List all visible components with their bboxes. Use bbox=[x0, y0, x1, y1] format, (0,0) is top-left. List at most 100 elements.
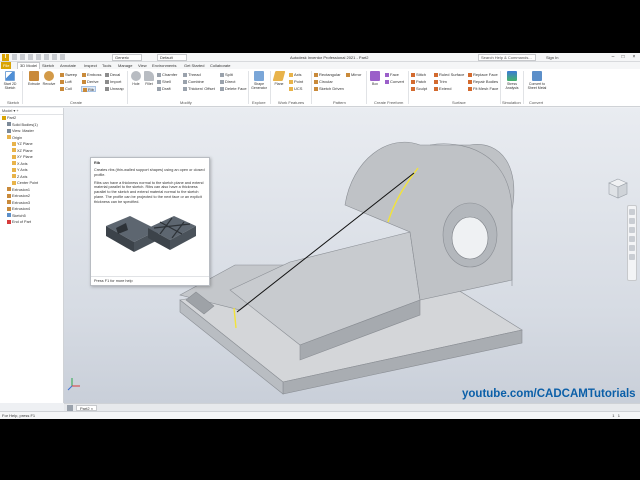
stitch-button[interactable]: Stitch bbox=[411, 72, 426, 78]
direct-icon bbox=[220, 79, 224, 84]
browser-node-icon bbox=[12, 167, 16, 172]
hole-button[interactable]: Hole bbox=[129, 71, 143, 86]
patch-button[interactable]: Patch bbox=[411, 79, 426, 85]
tooltip-footer: Press F1 for more help bbox=[91, 276, 209, 285]
tab-inspect[interactable]: Inspect bbox=[82, 62, 99, 69]
coil-button[interactable]: Coil bbox=[60, 86, 72, 92]
material-dropdown[interactable]: Default bbox=[157, 54, 187, 61]
tab-get-started[interactable]: Get Started bbox=[182, 62, 206, 69]
tab-environments[interactable]: Environments bbox=[150, 62, 178, 69]
tab-manage[interactable]: Manage bbox=[116, 62, 134, 69]
sign-in-link[interactable]: Sign In bbox=[546, 55, 558, 60]
tab-annotate[interactable]: Annotate bbox=[58, 62, 78, 69]
shell-icon bbox=[157, 79, 161, 84]
trim-button[interactable]: Trim bbox=[434, 79, 447, 85]
tab-collaborate[interactable]: Collaborate bbox=[208, 62, 232, 69]
tab-tools[interactable]: Tools bbox=[100, 62, 113, 69]
sculpt-button[interactable]: Sculpt bbox=[411, 86, 427, 92]
import-button[interactable]: Import bbox=[105, 79, 121, 85]
ucs-button[interactable]: UCS bbox=[289, 86, 302, 92]
tab-view[interactable]: View bbox=[136, 62, 149, 69]
loft-button[interactable]: Loft bbox=[60, 79, 72, 85]
decal-icon bbox=[105, 72, 109, 77]
start-2d-sketch-button[interactable]: Start 2D Sketch bbox=[3, 71, 17, 90]
zoom-icon[interactable] bbox=[629, 227, 635, 233]
freeform-face-button[interactable]: Face bbox=[385, 72, 399, 78]
inventor-logo-icon[interactable]: I bbox=[2, 54, 9, 61]
patch-label: Patch bbox=[416, 79, 427, 84]
fillet-button[interactable]: Fillet bbox=[142, 71, 156, 86]
repair-bodies-button[interactable]: Repair Bodies bbox=[468, 79, 498, 85]
browser-node-icon bbox=[7, 135, 11, 139]
open-icon[interactable] bbox=[20, 54, 25, 60]
split-button[interactable]: Split bbox=[220, 72, 233, 78]
search-help-input[interactable]: Search Help & Commands... bbox=[478, 54, 536, 61]
mirror-button[interactable]: Mirror bbox=[346, 72, 361, 78]
stress-analysis-button[interactable]: Stress Analysis bbox=[503, 71, 521, 90]
shape-generator-button[interactable]: Shape Generator bbox=[251, 71, 267, 90]
shell-button[interactable]: Shell bbox=[157, 79, 171, 85]
panel-label-surface: Surface bbox=[452, 100, 466, 105]
redo-icon[interactable] bbox=[44, 54, 49, 60]
save-icon[interactable] bbox=[28, 54, 33, 60]
convert-to-sheet-metal-button[interactable]: Convert to Sheet Metal bbox=[526, 71, 548, 90]
triad-z-axis bbox=[67, 385, 73, 391]
freeform-box-button[interactable]: Box bbox=[368, 71, 382, 86]
ruled-surface-button[interactable]: Ruled Surface bbox=[434, 72, 464, 78]
thread-label: Thread bbox=[188, 72, 201, 77]
tooltip-details: Ribs can have a thickness normal to the … bbox=[94, 180, 204, 204]
revolve-button[interactable]: Revolve bbox=[42, 71, 56, 86]
tab-3d-model[interactable]: 3D Model bbox=[17, 62, 41, 69]
minimize-icon[interactable]: – bbox=[608, 53, 618, 61]
extend-button[interactable]: Extend bbox=[434, 86, 451, 92]
steering-wheel-icon[interactable] bbox=[629, 209, 635, 215]
undo-icon[interactable] bbox=[36, 54, 41, 60]
rib-button[interactable]: Rib bbox=[81, 86, 97, 92]
face-icon bbox=[385, 72, 389, 77]
tab-file[interactable]: File bbox=[1, 62, 12, 69]
freeform-convert-button[interactable]: Convert bbox=[385, 79, 404, 85]
chamfer-button[interactable]: Chamfer bbox=[157, 72, 177, 78]
sweep-button[interactable]: Sweep bbox=[60, 72, 77, 78]
close-icon[interactable]: × bbox=[629, 53, 639, 61]
hole-face[interactable] bbox=[451, 216, 489, 260]
sketch-driven-pattern-button[interactable]: Sketch Driven bbox=[314, 86, 344, 92]
home-icon[interactable] bbox=[52, 54, 57, 60]
tab-sketch[interactable]: Sketch bbox=[40, 62, 56, 69]
decal-button[interactable]: Decal bbox=[105, 72, 120, 78]
combine-button[interactable]: Combine bbox=[183, 79, 204, 85]
hole-icon bbox=[131, 71, 141, 81]
rectangular-pattern-button[interactable]: Rectangular bbox=[314, 72, 341, 78]
viewcube[interactable] bbox=[607, 177, 629, 201]
circular-pattern-button[interactable]: Circular bbox=[314, 79, 333, 85]
add-icon[interactable]: + bbox=[16, 109, 18, 113]
direct-button[interactable]: Direct bbox=[220, 79, 235, 85]
zoom-all-icon[interactable] bbox=[629, 254, 635, 260]
select-icon[interactable] bbox=[60, 54, 65, 60]
plane-button[interactable]: Plane bbox=[272, 71, 286, 86]
unwrap-button[interactable]: Unwrap bbox=[105, 86, 124, 92]
look-at-icon[interactable] bbox=[629, 245, 635, 251]
appearance-dropdown[interactable]: Generic bbox=[112, 54, 142, 61]
browser-header[interactable]: Model ▾ + bbox=[0, 108, 63, 115]
axis-button[interactable]: Axis bbox=[289, 72, 302, 78]
browser-item-label: Extrusion4 bbox=[12, 207, 30, 211]
delete-face-button[interactable]: Delete Face bbox=[220, 86, 247, 92]
thicken-offset-button[interactable]: Thicken/ Offset bbox=[183, 86, 215, 92]
model-browser: Model ▾ + Part2 Solid Bodies(1) View: Mast… bbox=[0, 108, 64, 403]
maximize-icon[interactable]: □ bbox=[618, 53, 628, 61]
extrude-button[interactable]: Extrude bbox=[27, 71, 41, 86]
browser-item[interactable]: End of Part bbox=[0, 219, 63, 226]
fillet-icon bbox=[144, 71, 154, 81]
fit-mesh-face-button[interactable]: Fit Mesh Face bbox=[468, 86, 498, 92]
orbit-icon[interactable] bbox=[629, 236, 635, 242]
emboss-button[interactable]: Emboss bbox=[82, 72, 101, 78]
thread-button[interactable]: Thread bbox=[183, 72, 201, 78]
derive-button[interactable]: Derive bbox=[82, 79, 99, 85]
replace-face-button[interactable]: Replace Face bbox=[468, 72, 498, 78]
point-button[interactable]: Point bbox=[289, 79, 303, 85]
pan-icon[interactable] bbox=[629, 218, 635, 224]
ruled-surface-label: Ruled Surface bbox=[439, 72, 465, 77]
new-icon[interactable] bbox=[12, 54, 17, 60]
draft-button[interactable]: Draft bbox=[157, 86, 171, 92]
